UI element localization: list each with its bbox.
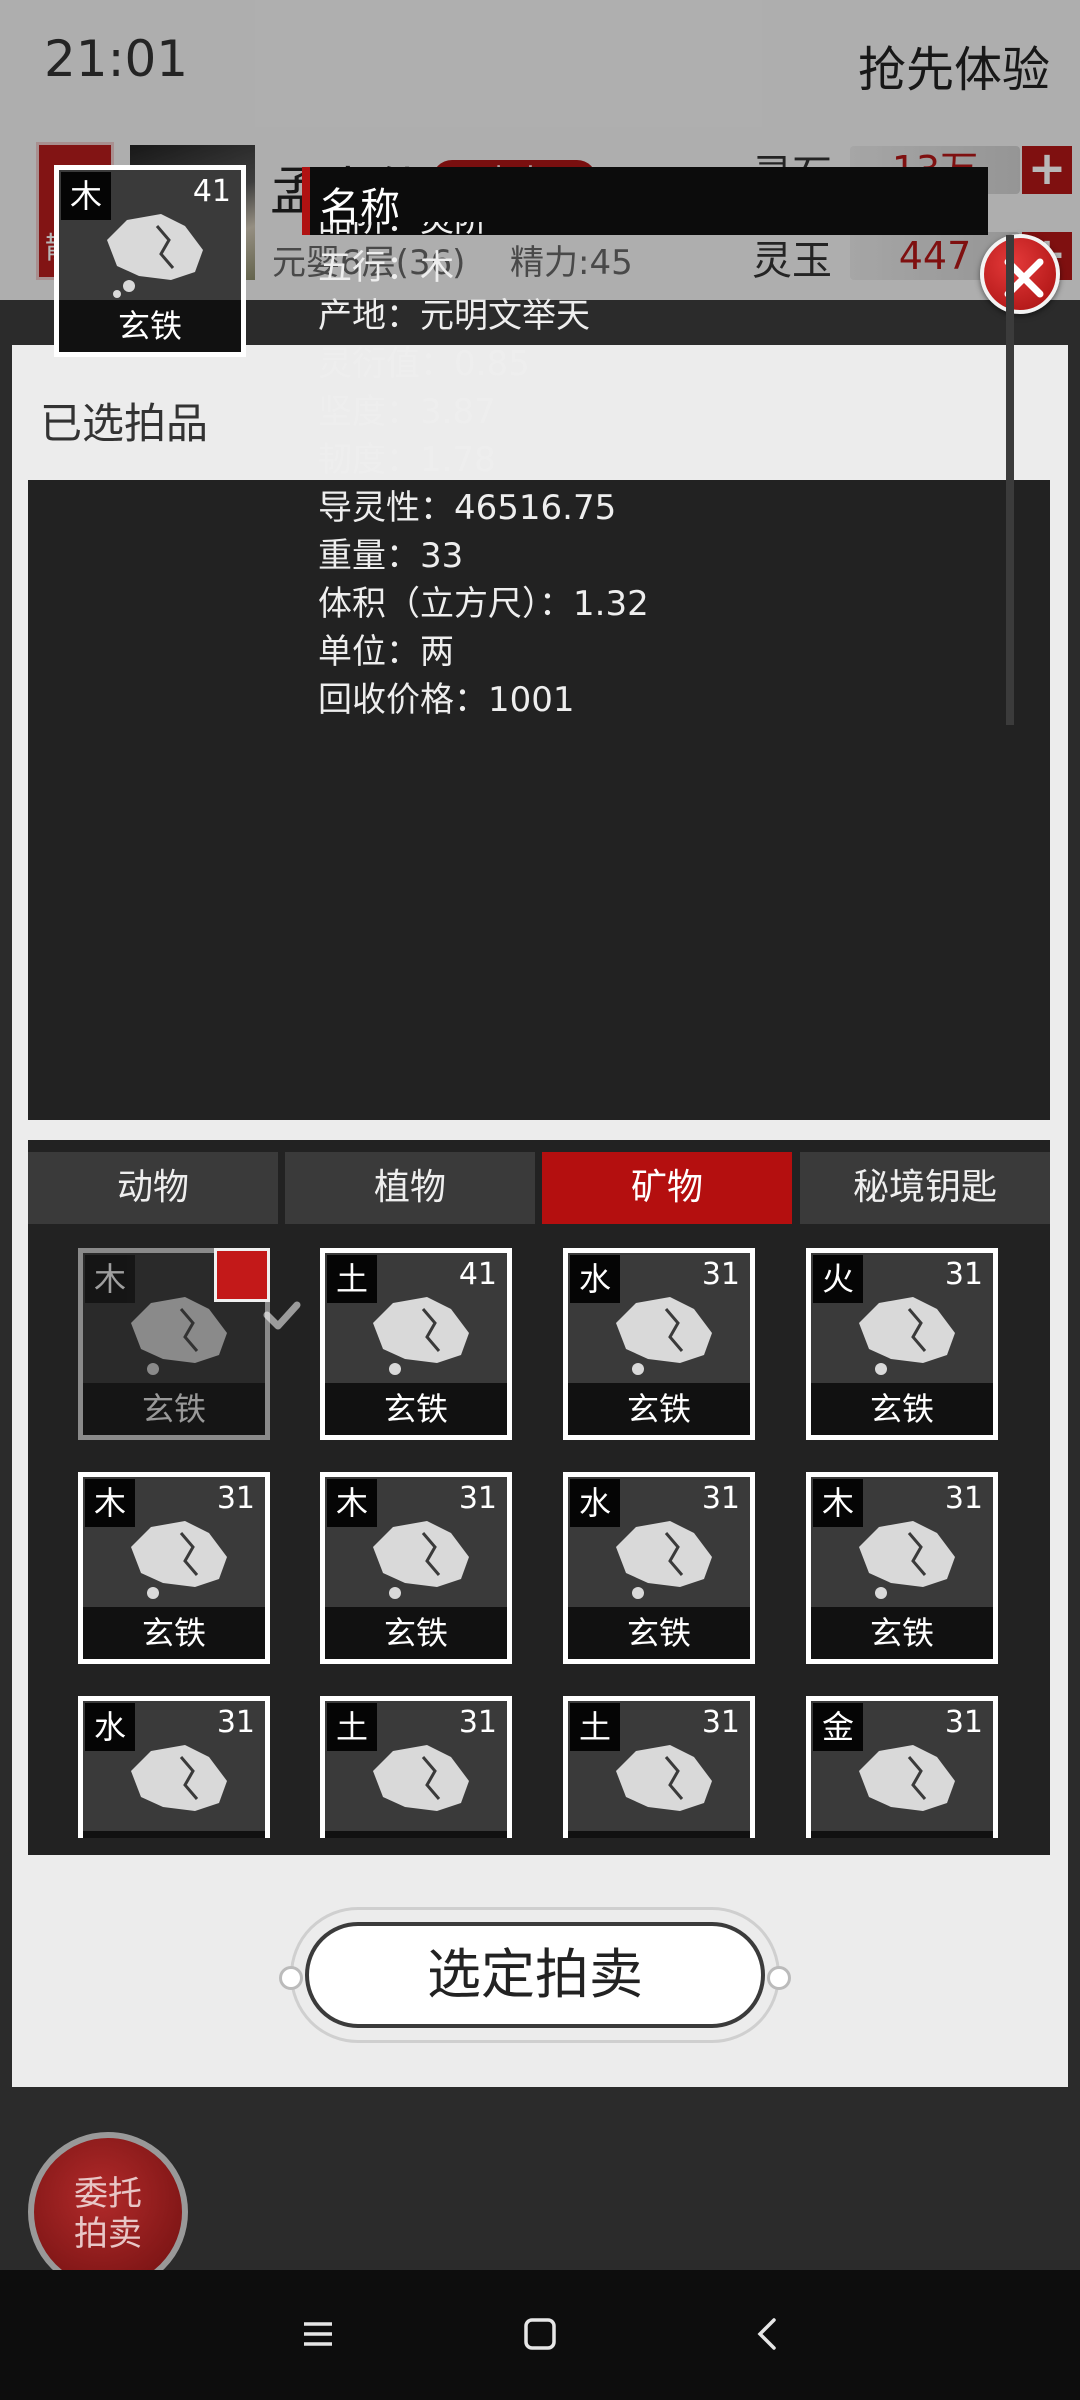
item-count: 31 (701, 1481, 740, 1516)
detail-line: 重量：33 (318, 536, 464, 576)
item-count: 31 (944, 1481, 983, 1516)
item-card[interactable]: 火 31 玄铁 (806, 1248, 998, 1440)
checkmark-icon (263, 1301, 301, 1330)
confirm-button-frame: 选定拍卖 (279, 1907, 791, 2043)
item-count: 41 (458, 1257, 497, 1292)
ore-icon (859, 1521, 955, 1599)
selected-item-icon: 木 41 玄铁 (54, 165, 246, 357)
home-icon[interactable] (520, 2314, 560, 2354)
item-card[interactable]: 水 31 玄铁 (563, 1248, 755, 1440)
item-name: 玄铁 (325, 1607, 507, 1659)
item-count: 31 (701, 1705, 740, 1740)
ore-icon (373, 1521, 469, 1599)
item-card[interactable]: 金 31 玄铁 (806, 1696, 998, 1838)
menu-icon[interactable] (298, 2314, 338, 2354)
item-name: 玄铁 (811, 1607, 993, 1659)
detail-line: 导灵性：46516.75 (318, 488, 617, 528)
item-card[interactable]: 木 31 玄铁 (806, 1472, 998, 1664)
item-card[interactable]: 水 31 玄铁 (78, 1696, 270, 1838)
tab-secret-keys[interactable]: 秘境钥匙 (800, 1152, 1050, 1224)
button-knob (279, 1966, 303, 1990)
delegate-auction-button[interactable]: 委托 拍卖 (28, 2132, 188, 2292)
delegate-label-line2: 拍卖 (74, 2214, 142, 2254)
selected-check (214, 1248, 301, 1330)
ore-icon (616, 1297, 712, 1375)
item-name: 玄铁 (83, 1383, 265, 1435)
item-name: 玄铁 (568, 1831, 750, 1838)
ore-icon (131, 1521, 227, 1599)
item-name: 玄铁 (325, 1383, 507, 1435)
item-count: 31 (944, 1705, 983, 1740)
detail-line: 产地：元明文举天 (318, 296, 590, 336)
item-count: 31 (216, 1705, 255, 1740)
detail-line: 坚度：3.87 (318, 392, 496, 432)
item-count: 31 (216, 1481, 255, 1516)
item-name: 玄铁 (325, 1831, 507, 1838)
item-card[interactable]: 土 41 玄铁 (320, 1248, 512, 1440)
item-name: 玄铁 (83, 1831, 265, 1838)
detail-line: 单位：两 (318, 632, 454, 672)
detail-line: 体积（立方尺）：1.32 (318, 584, 649, 624)
tab-minerals[interactable]: 矿物 (542, 1152, 792, 1224)
tab-animals[interactable]: 动物 (28, 1152, 278, 1224)
item-count: 31 (701, 1257, 740, 1292)
item-name: 玄铁 (568, 1383, 750, 1435)
detail-line: 回收价格：1001 (318, 680, 575, 720)
ore-icon (373, 1297, 469, 1375)
detail-line: 品阶：灵阶 (318, 222, 998, 244)
item-card[interactable]: 木 31 玄铁 (320, 1472, 512, 1664)
item-name: 玄铁 (59, 300, 241, 352)
item-card[interactable]: 木 31 玄铁 (78, 1472, 270, 1664)
ore-icon (131, 1297, 227, 1375)
detail-attributes-list[interactable]: 品阶：灵阶 五行：木 产地：元明文举天 灵衍值：0.85 坚度：3.87 韧度：… (318, 222, 998, 722)
item-card[interactable]: 土 31 玄铁 (320, 1696, 512, 1838)
item-name: 玄铁 (568, 1607, 750, 1659)
item-name: 玄铁 (811, 1831, 993, 1838)
item-grid[interactable]: 木 玄铁 土 41 玄铁 水 31 玄铁 火 31 玄铁 木 31 玄铁 木 3… (28, 1248, 1050, 1838)
item-name: 玄铁 (811, 1383, 993, 1435)
category-tabs: 动物 植物 矿物 秘境钥匙 (28, 1152, 1050, 1224)
ore-icon (616, 1521, 712, 1599)
back-icon[interactable] (748, 2314, 788, 2354)
button-knob (767, 1966, 791, 1990)
modal-title: 已选拍品 (40, 399, 209, 448)
item-count: 31 (458, 1705, 497, 1740)
ore-icon (373, 1745, 469, 1811)
ore-icon (107, 214, 203, 298)
system-nav-bar (0, 2270, 1080, 2400)
detail-scrollbar[interactable] (1006, 235, 1014, 725)
item-count: 31 (944, 1257, 983, 1292)
detail-line: 五行：木 (318, 248, 454, 288)
item-card[interactable]: 木 玄铁 (78, 1248, 301, 1440)
detail-line: 灵衍值：0.85 (318, 344, 530, 384)
detail-line: 韧度：1.78 (318, 440, 496, 480)
ore-icon (131, 1745, 227, 1811)
ore-icon (616, 1745, 712, 1811)
select-auction-button[interactable]: 选定拍卖 (305, 1922, 765, 2028)
item-list-panel: 动物 植物 矿物 秘境钥匙 木 玄铁 土 41 玄铁 水 31 玄铁 火 31 … (28, 1140, 1050, 1855)
ore-icon (859, 1297, 955, 1375)
ore-icon (859, 1745, 955, 1811)
item-card[interactable]: 土 31 玄铁 (563, 1696, 755, 1838)
item-count: 41 (192, 174, 231, 209)
item-name: 玄铁 (83, 1607, 265, 1659)
item-card[interactable]: 水 31 玄铁 (563, 1472, 755, 1664)
item-count: 31 (458, 1481, 497, 1516)
delegate-label-line1: 委托 (74, 2174, 142, 2214)
tab-plants[interactable]: 植物 (285, 1152, 535, 1224)
